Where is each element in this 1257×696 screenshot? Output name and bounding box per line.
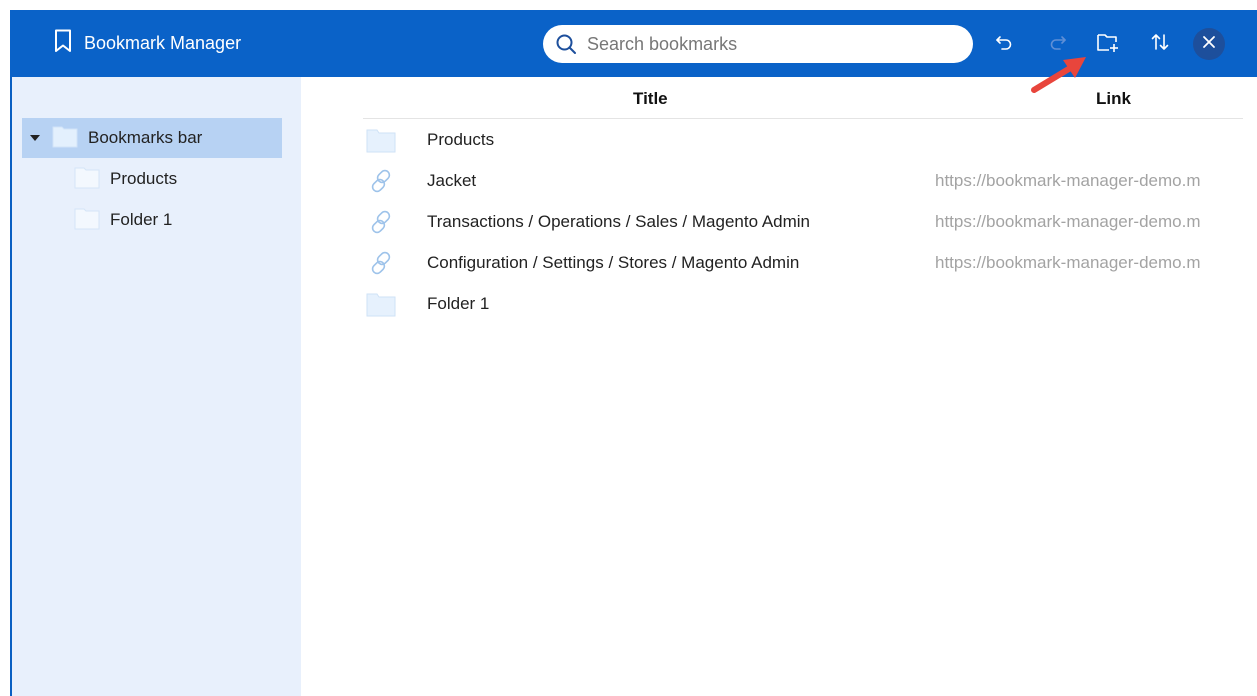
list-item[interactable]: Jacket https://bookmark-manager-demo.m <box>363 161 1257 201</box>
row-title: Configuration / Settings / Stores / Mage… <box>427 253 800 272</box>
sidebar-tree: Bookmarks bar Products Folder 1 <box>12 77 301 696</box>
column-header-title[interactable]: Title <box>633 89 668 109</box>
app-title: Bookmark Manager <box>84 33 242 53</box>
folder-icon <box>74 165 100 194</box>
link-icon <box>363 249 399 277</box>
sort-icon <box>1149 31 1171 58</box>
tree-item-products[interactable]: Products <box>74 159 177 199</box>
list-item[interactable]: Transactions / Operations / Sales / Mage… <box>363 202 1257 242</box>
row-title: Jacket <box>427 171 477 190</box>
tree-label: Bookmarks bar <box>88 128 203 147</box>
row-title: Transactions / Operations / Sales / Mage… <box>427 212 811 231</box>
row-link[interactable]: https://bookmark-manager-demo.m <box>935 171 1245 191</box>
search-icon <box>555 33 577 55</box>
search-box[interactable] <box>543 25 973 63</box>
undo-icon <box>994 32 1014 57</box>
list-item[interactable]: Configuration / Settings / Stores / Mage… <box>363 243 1257 283</box>
row-title: Products <box>427 130 495 149</box>
undo-button[interactable] <box>990 30 1018 58</box>
folder-icon <box>363 291 399 317</box>
app-brand: Bookmark Manager <box>54 10 241 77</box>
tree-item-folder-1[interactable]: Folder 1 <box>74 200 172 240</box>
expand-arrow-icon[interactable] <box>28 134 42 142</box>
folder-icon <box>363 127 399 153</box>
bookmark-icon <box>54 29 72 58</box>
close-button[interactable] <box>1193 28 1225 60</box>
link-icon <box>363 167 399 195</box>
link-icon <box>363 208 399 236</box>
tree-label: Folder 1 <box>110 210 173 229</box>
column-header-link[interactable]: Link <box>1096 89 1131 109</box>
folder-icon <box>52 124 78 153</box>
search-input[interactable] <box>585 32 949 56</box>
row-title: Folder 1 <box>427 294 490 313</box>
bookmark-list: Title Link Products Jacket https://bookm… <box>301 77 1257 696</box>
list-item[interactable]: Folder 1 <box>363 284 1257 324</box>
list-item[interactable]: Products <box>363 120 1257 160</box>
sort-button[interactable] <box>1146 30 1174 58</box>
tree-label: Products <box>110 169 178 188</box>
row-link[interactable]: https://bookmark-manager-demo.m <box>935 253 1245 273</box>
annotation-arrow-icon <box>1028 52 1100 103</box>
folder-icon <box>74 206 100 235</box>
tree-item-bookmarks-bar[interactable]: Bookmarks bar <box>22 118 282 158</box>
header-divider <box>363 118 1243 119</box>
row-link[interactable]: https://bookmark-manager-demo.m <box>935 212 1245 232</box>
close-icon <box>1201 34 1217 55</box>
